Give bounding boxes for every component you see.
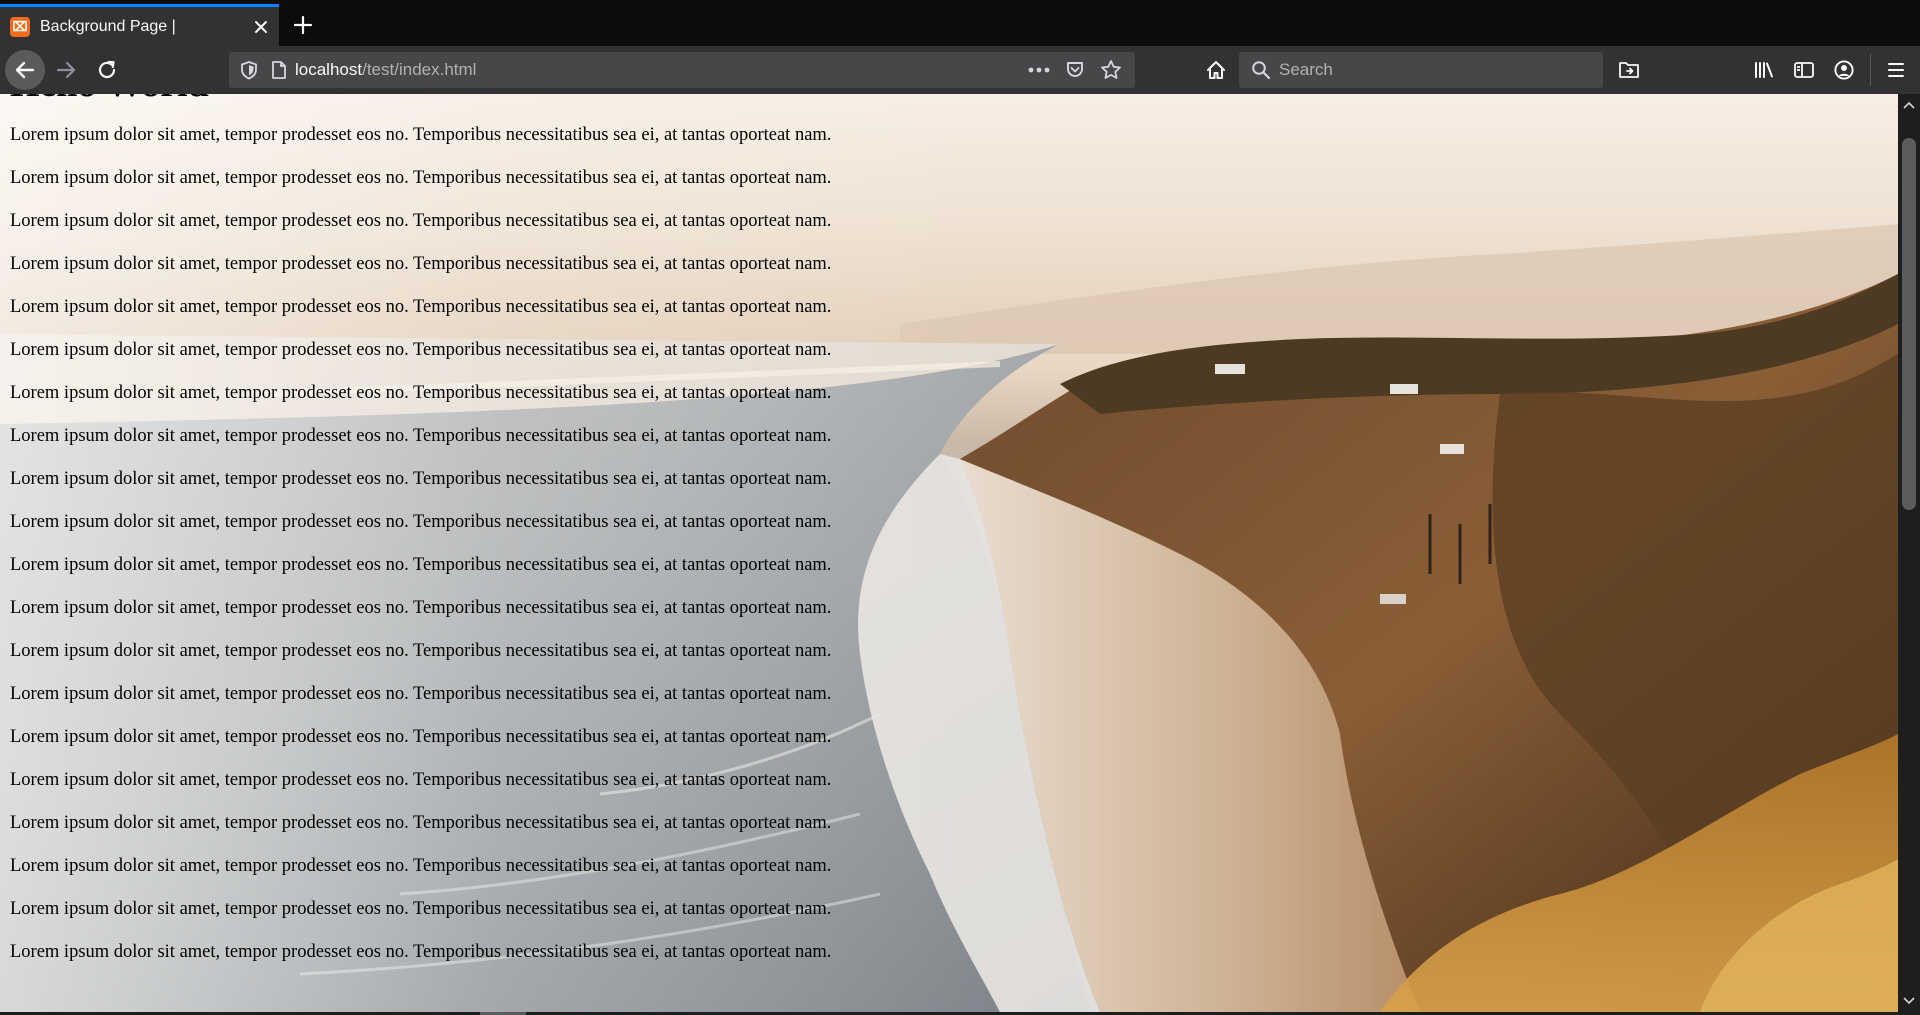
library-icon [1755, 62, 1773, 78]
paragraph: Lorem ipsum dolor sit amet, tempor prode… [10, 813, 832, 833]
downloads-folder-button[interactable] [1609, 50, 1649, 90]
browser-window: ⌧ Background Page | localhost/test/index… [0, 0, 1920, 1015]
paragraph: Lorem ipsum dolor sit amet, tempor prode… [10, 211, 832, 231]
new-tab-button[interactable] [288, 10, 318, 40]
back-arrow-icon [15, 61, 35, 79]
scrollbar-thumb[interactable] [1902, 138, 1916, 510]
paragraph: Lorem ipsum dolor sit amet, tempor prode… [10, 598, 832, 618]
paragraph: Lorem ipsum dolor sit amet, tempor prode… [10, 125, 832, 145]
url-path: /test/index.html [362, 60, 477, 79]
paragraph: Lorem ipsum dolor sit amet, tempor prode… [10, 555, 832, 575]
sidebar-button[interactable] [1784, 50, 1824, 90]
paragraph: Lorem ipsum dolor sit amet, tempor prode… [10, 297, 832, 317]
url-host: localhost [295, 60, 363, 79]
page-actions-icon[interactable] [1021, 52, 1057, 88]
paragraph: Lorem ipsum dolor sit amet, tempor prode… [10, 684, 832, 704]
vertical-scrollbar[interactable] [1898, 94, 1920, 1012]
toolbar-separator [1870, 54, 1871, 86]
close-icon[interactable] [249, 15, 273, 39]
home-icon [1207, 61, 1225, 79]
library-button[interactable] [1744, 50, 1784, 90]
folder-arrow-icon [1619, 62, 1639, 78]
paragraph: Lorem ipsum dolor sit amet, tempor prode… [10, 469, 832, 489]
paragraph: Lorem ipsum dolor sit amet, tempor prode… [10, 727, 832, 747]
account-icon [1834, 60, 1854, 80]
reload-button[interactable] [87, 50, 127, 90]
search-input[interactable]: Search [1279, 60, 1333, 80]
paragraph: Lorem ipsum dolor sit amet, tempor prode… [10, 942, 832, 962]
page-body: Hello World Lorem ipsum dolor sit amet, … [10, 94, 831, 974]
reload-icon [98, 60, 116, 79]
plus-icon [293, 15, 313, 35]
address-bar[interactable]: localhost/test/index.html [229, 52, 1135, 88]
tab-background-page[interactable]: ⌧ Background Page | [0, 4, 279, 46]
page-heading: Hello World [10, 94, 831, 106]
forward-button[interactable] [46, 50, 86, 90]
menu-button[interactable] [1876, 50, 1916, 90]
paragraph: Lorem ipsum dolor sit amet, tempor prode… [10, 641, 832, 661]
page-viewport: Hello World Lorem ipsum dolor sit amet, … [0, 94, 1898, 1012]
tracking-shield-icon[interactable] [237, 58, 261, 82]
navigation-toolbar: localhost/test/index.html Search [0, 46, 1920, 94]
search-icon [1249, 58, 1273, 82]
paragraph: Lorem ipsum dolor sit amet, tempor prode… [10, 899, 832, 919]
hamburger-menu-icon [1888, 63, 1904, 77]
page-info-icon[interactable] [267, 58, 291, 82]
tab-strip: ⌧ Background Page | [0, 0, 1920, 46]
paragraph: Lorem ipsum dolor sit amet, tempor prode… [10, 168, 832, 188]
forward-arrow-icon [56, 61, 76, 79]
sidebar-icon [1794, 62, 1814, 78]
url-actions [1021, 52, 1129, 88]
paragraph: Lorem ipsum dolor sit amet, tempor prode… [10, 770, 832, 790]
url-text[interactable]: localhost/test/index.html [295, 60, 476, 80]
paragraph: Lorem ipsum dolor sit amet, tempor prode… [10, 340, 832, 360]
search-bar[interactable]: Search [1239, 52, 1603, 88]
pocket-icon[interactable] [1057, 52, 1093, 88]
xampp-icon: ⌧ [10, 16, 30, 37]
tab-title: Background Page | [40, 17, 176, 35]
paragraph: Lorem ipsum dolor sit amet, tempor prode… [10, 383, 832, 403]
back-button[interactable] [5, 50, 45, 90]
paragraph: Lorem ipsum dolor sit amet, tempor prode… [10, 512, 832, 532]
account-button[interactable] [1824, 50, 1864, 90]
home-button[interactable] [1196, 50, 1236, 90]
paragraph: Lorem ipsum dolor sit amet, tempor prode… [10, 254, 832, 274]
paragraph: Lorem ipsum dolor sit amet, tempor prode… [10, 426, 832, 446]
paragraph: Lorem ipsum dolor sit amet, tempor prode… [10, 856, 832, 876]
bookmark-star-icon[interactable] [1093, 52, 1129, 88]
scroll-up-arrow-icon[interactable] [1898, 94, 1920, 116]
scroll-down-arrow-icon[interactable] [1898, 990, 1920, 1012]
